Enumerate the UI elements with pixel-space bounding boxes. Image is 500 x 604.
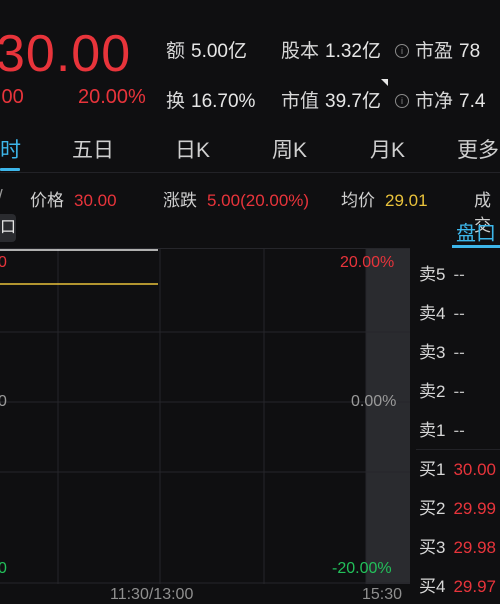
time-mid-label: 11:30/13:00 (110, 586, 194, 603)
order-book-row: 买4 29.97 (419, 572, 496, 597)
intraday-chart[interactable] (0, 248, 410, 584)
info-avg-value: 29.01 (385, 191, 428, 210)
order-book-price: 29.98 (453, 538, 497, 557)
order-book-row: 卖4 -- (419, 299, 465, 324)
stat-pb-value: 7.4 (459, 91, 486, 112)
left-mid-label: 0 (0, 393, 7, 410)
order-book-level: 买1 (419, 460, 446, 479)
stat-pe[interactable]: i 市盈 78 (395, 36, 480, 63)
stat-pb-label: 市净 (415, 91, 454, 112)
corner-triangle-icon (381, 79, 388, 86)
right-bottom-label: -20.00% (332, 560, 392, 577)
info-change-value: 5.00(20.00%) (207, 191, 310, 210)
order-book-level: 买4 (419, 577, 446, 596)
info-avg: 均价 29.01 (341, 186, 428, 211)
last-price: 30.00 (0, 25, 132, 83)
order-book-row: 卖1 -- (419, 416, 465, 441)
tab-monthly-k[interactable]: 月K (370, 134, 405, 164)
order-book-price: 29.97 (453, 577, 497, 596)
stat-share-capital-label: 股本 (281, 41, 320, 62)
stat-market-cap: 市值 39.7亿 (281, 86, 381, 113)
info-icon[interactable]: i (395, 44, 409, 58)
tab-active-underline (0, 168, 20, 171)
order-book-row: 卖3 -- (419, 338, 465, 363)
order-book-level: 买3 (419, 538, 446, 557)
order-book-price: -- (453, 265, 465, 284)
tab-minute[interactable]: 时 (0, 134, 21, 164)
order-book-level: 卖4 (419, 304, 446, 323)
order-book-row: 卖2 -- (419, 377, 465, 402)
order-book-row: 买2 29.99 (419, 494, 496, 519)
stat-market-cap-value: 39.7亿 (325, 91, 381, 112)
stat-share-capital-value: 1.32亿 (325, 41, 381, 62)
tab-more[interactable]: 更多 (457, 134, 499, 164)
order-book-row: 卖5 -- (419, 260, 465, 285)
order-book-price: -- (453, 343, 465, 362)
info-price-value: 30.00 (74, 191, 117, 210)
tab-five-day[interactable]: 五日 (72, 134, 114, 164)
order-book-row: 买3 29.98 (419, 533, 496, 558)
info-change-label: 涨跌 (163, 191, 197, 210)
order-book-price: -- (453, 382, 465, 401)
right-top-label: 20.00% (340, 254, 395, 271)
info-icon[interactable]: i (395, 94, 409, 108)
order-book-price: -- (453, 421, 465, 440)
stat-turnover: 换 16.70% (166, 86, 255, 113)
order-book-price: -- (453, 304, 465, 323)
right-mid-label: 0.00% (351, 393, 397, 410)
info-bar-partial: / (0, 186, 3, 206)
stat-turnover-label: 换 (166, 91, 186, 112)
order-book-level: 卖1 (419, 421, 446, 440)
change-percent: 20.00% (78, 86, 146, 108)
order-book-underline (452, 245, 500, 248)
stat-pb[interactable]: i 市净 7.4 (395, 86, 485, 113)
stat-share-capital: 股本 1.32亿 (281, 36, 381, 63)
stat-amount: 额 5.00亿 (166, 36, 247, 63)
info-avg-label: 均价 (341, 191, 375, 210)
order-book-row: 买1 30.00 (419, 455, 496, 480)
order-book-divider (416, 449, 500, 450)
stat-amount-label: 额 (166, 41, 186, 62)
stat-pe-value: 78 (459, 41, 481, 62)
order-book-level: 买2 (419, 499, 446, 518)
chart-grid (0, 248, 410, 584)
chart-toggle-button[interactable]: 口 (0, 214, 16, 242)
info-price-label: 价格 (30, 191, 64, 210)
order-book-price: 30.00 (453, 460, 497, 479)
stat-market-cap-label: 市值 (281, 91, 320, 112)
info-change: 涨跌 5.00(20.00%) (163, 186, 309, 211)
info-price: 价格 30.00 (30, 186, 117, 211)
left-bottom-label: 0 (0, 560, 7, 577)
tabs-divider (0, 172, 500, 173)
tab-daily-k[interactable]: 日K (175, 134, 210, 164)
order-book-price: 29.99 (453, 499, 497, 518)
time-end-label: 15:30 (362, 586, 403, 603)
tab-order-book[interactable]: 盘口 (456, 217, 496, 246)
left-top-label: 0 (0, 254, 7, 271)
change-amount: .00 (0, 86, 24, 108)
order-book-level: 卖2 (419, 382, 446, 401)
stat-amount-value: 5.00亿 (191, 41, 247, 62)
stat-turnover-value: 16.70% (191, 91, 256, 112)
order-book-level: 卖5 (419, 265, 446, 284)
order-book-level: 卖3 (419, 343, 446, 362)
tab-weekly-k[interactable]: 周K (272, 134, 307, 164)
stat-pe-label: 市盈 (415, 41, 454, 62)
